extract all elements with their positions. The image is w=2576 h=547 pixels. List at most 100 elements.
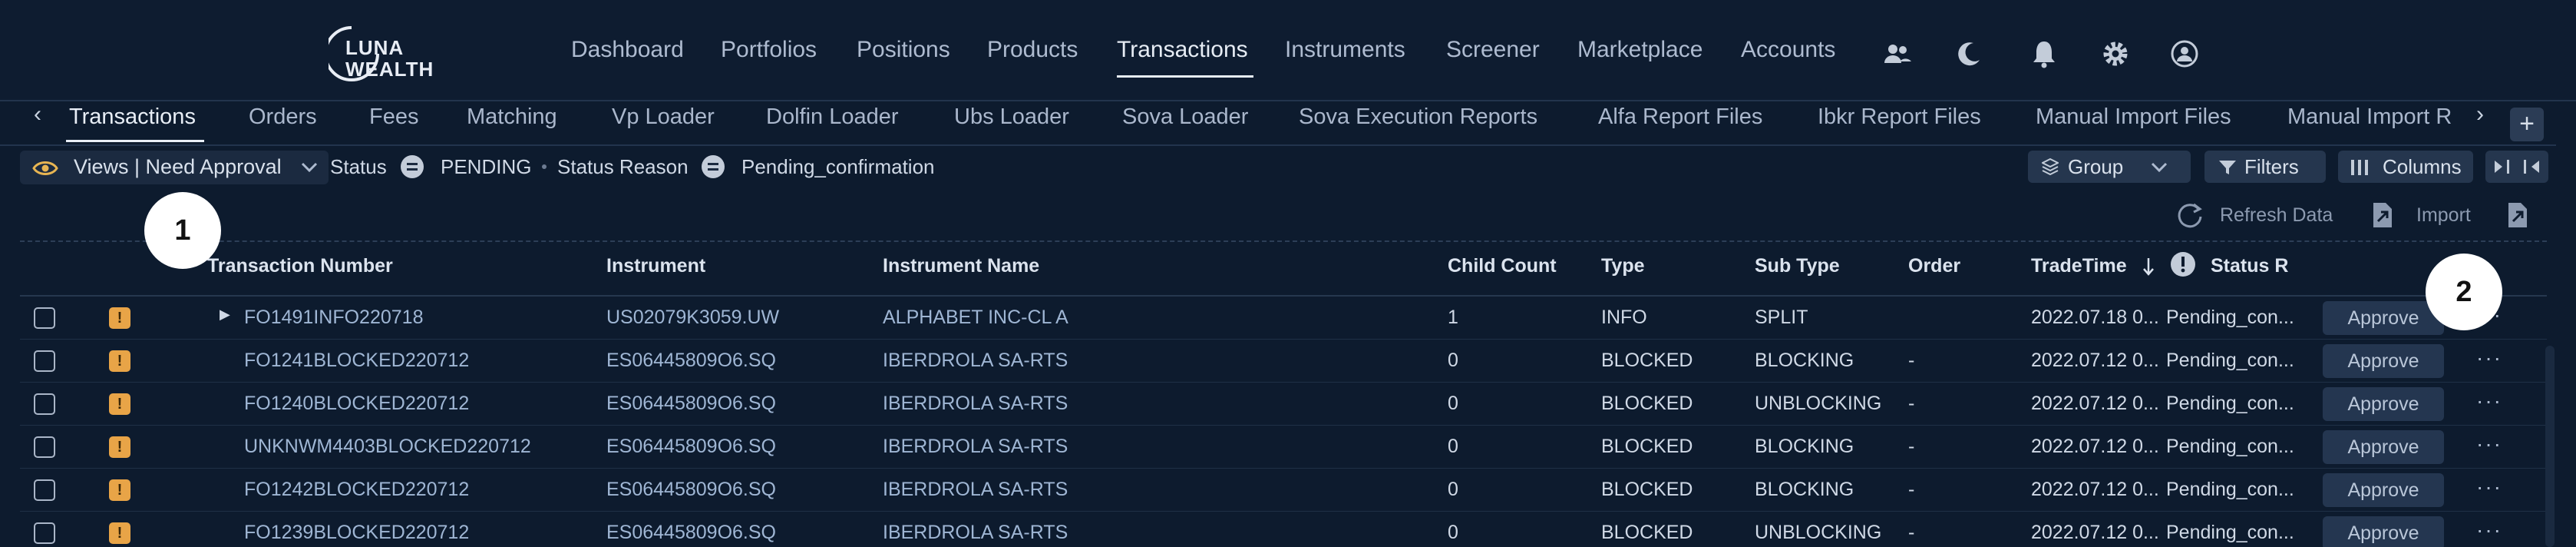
approve-button[interactable]: Approve <box>2323 516 2444 547</box>
nav-screener[interactable]: Screener <box>1446 37 1540 63</box>
row-checkbox[interactable] <box>34 350 55 372</box>
warning-icon: ! <box>109 307 130 329</box>
subtab-vp-loader[interactable]: Vp Loader <box>612 104 715 130</box>
cell-transaction-number[interactable]: FO1240BLOCKED220712 <box>244 393 469 415</box>
cell-status-reason: Pending_con... <box>2166 307 2294 328</box>
import-icon[interactable] <box>2370 201 2395 229</box>
subtab-sova-loader[interactable]: Sova Loader <box>1122 104 1248 130</box>
row-checkbox[interactable] <box>34 307 55 329</box>
warning-icon: ! <box>109 522 130 544</box>
cell-transaction-number[interactable]: FO1239BLOCKED220712 <box>244 522 469 544</box>
sort-descending-icon[interactable] <box>2142 257 2155 277</box>
bell-icon[interactable] <box>2029 38 2059 69</box>
cell-type: BLOCKED <box>1601 350 1693 371</box>
user-circle-icon[interactable] <box>2169 38 2200 69</box>
filters-button[interactable]: Filters <box>2204 151 2326 183</box>
more-actions-icon[interactable]: ··· <box>2476 518 2502 542</box>
row-checkbox[interactable] <box>34 393 55 415</box>
nav-accounts[interactable]: Accounts <box>1741 37 1835 63</box>
subtab-manual-import-r[interactable]: Manual Import R <box>2287 104 2452 130</box>
status-filter-value[interactable]: PENDING <box>441 155 531 179</box>
cell-instrument[interactable]: ES06445809O6.SQ <box>606 350 776 372</box>
cell-transaction-number[interactable]: FO1241BLOCKED220712 <box>244 350 469 372</box>
col-transaction-number[interactable]: Transaction Number <box>207 255 393 277</box>
cell-transaction-number[interactable]: FO1491INFO220718 <box>244 307 423 329</box>
cell-instrument-name[interactable]: IBERDROLA SA-RTS <box>883 522 1068 544</box>
approve-button[interactable]: Approve <box>2323 387 2444 421</box>
col-instrument[interactable]: Instrument <box>606 255 705 277</box>
equals-operator-icon[interactable] <box>401 155 424 178</box>
refresh-icon[interactable] <box>2175 201 2204 229</box>
col-sub-type[interactable]: Sub Type <box>1755 255 1840 277</box>
nav-marketplace[interactable]: Marketplace <box>1577 37 1702 63</box>
cell-instrument-name[interactable]: IBERDROLA SA-RTS <box>883 393 1068 415</box>
col-instrument-name[interactable]: Instrument Name <box>883 255 1039 277</box>
nav-transactions[interactable]: Transactions <box>1117 37 1248 63</box>
subtab-dolfin-loader[interactable]: Dolfin Loader <box>766 104 899 130</box>
approve-button[interactable]: Approve <box>2323 430 2444 464</box>
more-actions-icon[interactable]: ··· <box>2476 389 2502 413</box>
cell-trade-time: 2022.07.12 0... <box>2031 393 2159 414</box>
row-checkbox[interactable] <box>34 479 55 501</box>
row-checkbox[interactable] <box>34 522 55 544</box>
cell-transaction-number[interactable]: FO1242BLOCKED220712 <box>244 479 469 501</box>
tabs-scroll-right-icon[interactable]: › <box>2476 101 2484 128</box>
cell-trade-time: 2022.07.18 0... <box>2031 307 2159 328</box>
subtab-orders[interactable]: Orders <box>249 104 317 130</box>
status-reason-filter-label[interactable]: Status Reason <box>557 155 689 179</box>
import-button[interactable]: Import <box>2416 204 2471 227</box>
col-type[interactable]: Type <box>1601 255 1645 277</box>
subtab-sova-execution-reports[interactable]: Sova Execution Reports <box>1299 104 1537 130</box>
nav-products[interactable]: Products <box>987 37 1078 63</box>
more-actions-icon[interactable]: ··· <box>2476 475 2502 499</box>
col-trade-time[interactable]: TradeTime <box>2031 255 2127 277</box>
add-tab-button[interactable]: + <box>2510 108 2544 141</box>
vertical-scrollbar[interactable] <box>2545 346 2555 547</box>
nav-dashboard[interactable]: Dashboard <box>571 37 684 63</box>
col-order[interactable]: Order <box>1908 255 1960 277</box>
status-filter-label[interactable]: Status <box>330 155 387 179</box>
cell-transaction-number[interactable]: UNKNWM4403BLOCKED220712 <box>244 436 531 458</box>
subtab-matching[interactable]: Matching <box>467 104 557 130</box>
more-actions-icon[interactable]: ··· <box>2476 346 2502 370</box>
equals-operator-icon[interactable] <box>702 155 725 178</box>
callout-marker-2: 2 <box>2426 254 2502 330</box>
export-icon[interactable] <box>2505 201 2530 229</box>
approve-button[interactable]: Approve <box>2323 301 2444 335</box>
cell-instrument[interactable]: US02079K3059.UW <box>606 307 779 329</box>
cell-instrument[interactable]: ES06445809O6.SQ <box>606 393 776 415</box>
row-checkbox[interactable] <box>34 436 55 458</box>
col-child-count[interactable]: Child Count <box>1448 255 1557 277</box>
cell-instrument[interactable]: ES06445809O6.SQ <box>606 479 776 501</box>
cell-instrument[interactable]: ES06445809O6.SQ <box>606 522 776 544</box>
subtab-ibkr-report-files[interactable]: Ibkr Report Files <box>1818 104 1981 130</box>
density-toggle-button[interactable] <box>2485 151 2548 183</box>
cell-instrument-name[interactable]: IBERDROLA SA-RTS <box>883 436 1068 458</box>
nav-portfolios[interactable]: Portfolios <box>721 37 817 63</box>
col-status-reason[interactable]: Status R <box>2211 255 2288 277</box>
cell-instrument-name[interactable]: IBERDROLA SA-RTS <box>883 479 1068 501</box>
approve-button[interactable]: Approve <box>2323 473 2444 507</box>
cell-order: - <box>1908 350 1915 371</box>
group-button[interactable]: Group <box>2028 151 2191 183</box>
tabs-scroll-left-icon[interactable]: ‹ <box>34 101 41 128</box>
nav-instruments[interactable]: Instruments <box>1285 37 1405 63</box>
approve-button[interactable]: Approve <box>2323 344 2444 378</box>
users-icon[interactable] <box>1882 38 1913 69</box>
more-actions-icon[interactable]: ··· <box>2476 432 2502 456</box>
status-reason-filter-value[interactable]: Pending_confirmation <box>741 155 935 179</box>
subtab-fees[interactable]: Fees <box>369 104 418 130</box>
subtab-transactions[interactable]: Transactions <box>69 104 196 130</box>
expand-row-icon[interactable]: ▶ <box>220 307 230 323</box>
columns-button[interactable]: Columns <box>2338 151 2473 183</box>
refresh-data-button[interactable]: Refresh Data <box>2220 204 2333 227</box>
cell-instrument-name[interactable]: ALPHABET INC-CL A <box>883 307 1068 329</box>
moon-icon[interactable] <box>1953 38 1984 69</box>
subtab-ubs-loader[interactable]: Ubs Loader <box>954 104 1069 130</box>
subtab-alfa-report-files[interactable]: Alfa Report Files <box>1598 104 1762 130</box>
nav-positions[interactable]: Positions <box>857 37 950 63</box>
cell-instrument[interactable]: ES06445809O6.SQ <box>606 436 776 458</box>
subtab-manual-import-files[interactable]: Manual Import Files <box>2036 104 2231 130</box>
gear-icon[interactable] <box>2100 38 2131 69</box>
cell-instrument-name[interactable]: IBERDROLA SA-RTS <box>883 350 1068 372</box>
